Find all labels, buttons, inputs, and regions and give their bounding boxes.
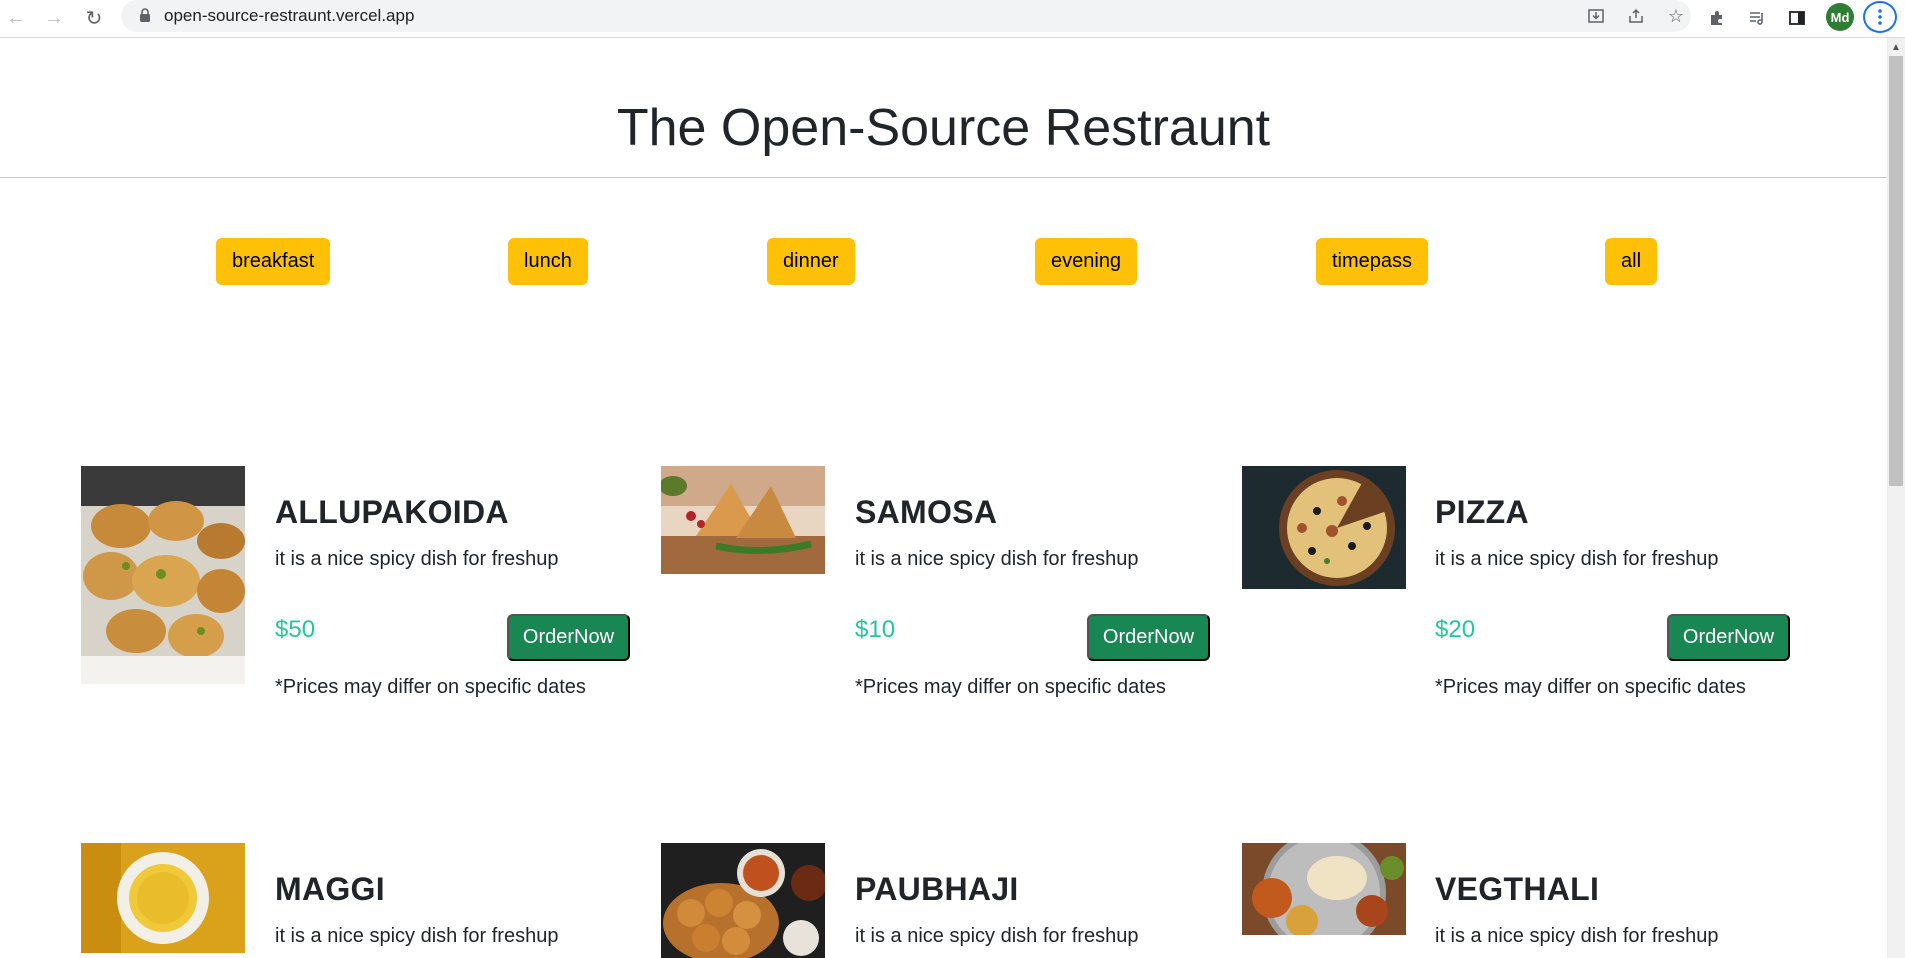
thali-image — [1242, 843, 1406, 935]
reload-icon[interactable]: ↻ — [80, 4, 108, 32]
bookmark-star-icon[interactable]: ☆ — [1664, 5, 1688, 27]
filter-all-button[interactable]: all — [1605, 238, 1658, 285]
forward-icon[interactable]: → — [40, 4, 68, 32]
order-now-button[interactable]: OrderNow — [1087, 614, 1210, 661]
install-app-icon[interactable] — [1584, 5, 1608, 27]
dish-price: $20 — [1435, 616, 1476, 643]
order-now-button[interactable]: OrderNow — [507, 614, 630, 661]
scroll-thumb[interactable] — [1889, 56, 1903, 486]
dish-price: $10 — [855, 616, 896, 643]
dish-description: it is a nice spicy dish for freshup — [855, 925, 1139, 947]
dish-description: it is a nice spicy dish for freshup — [1435, 925, 1719, 947]
kebab-menu-icon[interactable] — [1863, 1, 1897, 33]
dish-name: VEGTHALI — [1435, 871, 1600, 907]
page-scrollbar[interactable]: ▲ — [1887, 38, 1905, 958]
side-panel-icon[interactable] — [1783, 4, 1811, 32]
back-icon[interactable]: ← — [2, 4, 30, 32]
paubhaji-image — [661, 843, 825, 958]
filter-dinner-button[interactable]: dinner — [767, 238, 855, 285]
url-text[interactable]: open-source-restraunt.vercel.app — [164, 6, 414, 26]
dish-name: PAUBHAJI — [855, 871, 1019, 907]
header-divider — [0, 177, 1887, 178]
extensions-icon[interactable] — [1703, 4, 1731, 32]
maggi-image — [81, 843, 245, 953]
dish-description: it is a nice spicy dish for freshup — [1435, 548, 1719, 570]
page-content: The Open-Source Restraunt breakfast lunc… — [0, 38, 1887, 958]
lock-icon — [140, 8, 150, 22]
reading-list-icon[interactable] — [1743, 4, 1771, 32]
dish-description: it is a nice spicy dish for freshup — [855, 548, 1139, 570]
pakora-image — [81, 466, 245, 684]
dish-name: MAGGI — [275, 871, 385, 907]
scroll-up-icon[interactable]: ▲ — [1887, 38, 1905, 56]
filter-evening-button[interactable]: evening — [1035, 238, 1138, 285]
price-note: *Prices may differ on specific dates — [275, 676, 586, 698]
price-note: *Prices may differ on specific dates — [855, 676, 1166, 698]
order-now-button[interactable]: OrderNow — [1667, 614, 1790, 661]
dish-name: PIZZA — [1435, 494, 1529, 530]
pizza-image — [1242, 466, 1406, 589]
browser-toolbar: ← → ↻ open-source-restraunt.vercel.app ☆… — [0, 0, 1905, 38]
samosa-image — [661, 466, 825, 574]
filter-lunch-button[interactable]: lunch — [508, 238, 588, 285]
share-icon[interactable] — [1624, 5, 1648, 27]
filter-breakfast-button[interactable]: breakfast — [216, 238, 331, 285]
address-bar[interactable]: open-source-restraunt.vercel.app ☆ — [121, 0, 1691, 32]
profile-avatar[interactable]: Md — [1826, 3, 1854, 31]
dish-price: $50 — [275, 616, 316, 643]
dish-name: SAMOSA — [855, 494, 998, 530]
dish-description: it is a nice spicy dish for freshup — [275, 548, 559, 570]
page-title: The Open-Source Restraunt — [616, 99, 1271, 157]
price-note: *Prices may differ on specific dates — [1435, 676, 1746, 698]
dish-description: it is a nice spicy dish for freshup — [275, 925, 559, 947]
dish-name: ALLUPAKOIDA — [275, 494, 509, 530]
filter-timepass-button[interactable]: timepass — [1316, 238, 1429, 285]
